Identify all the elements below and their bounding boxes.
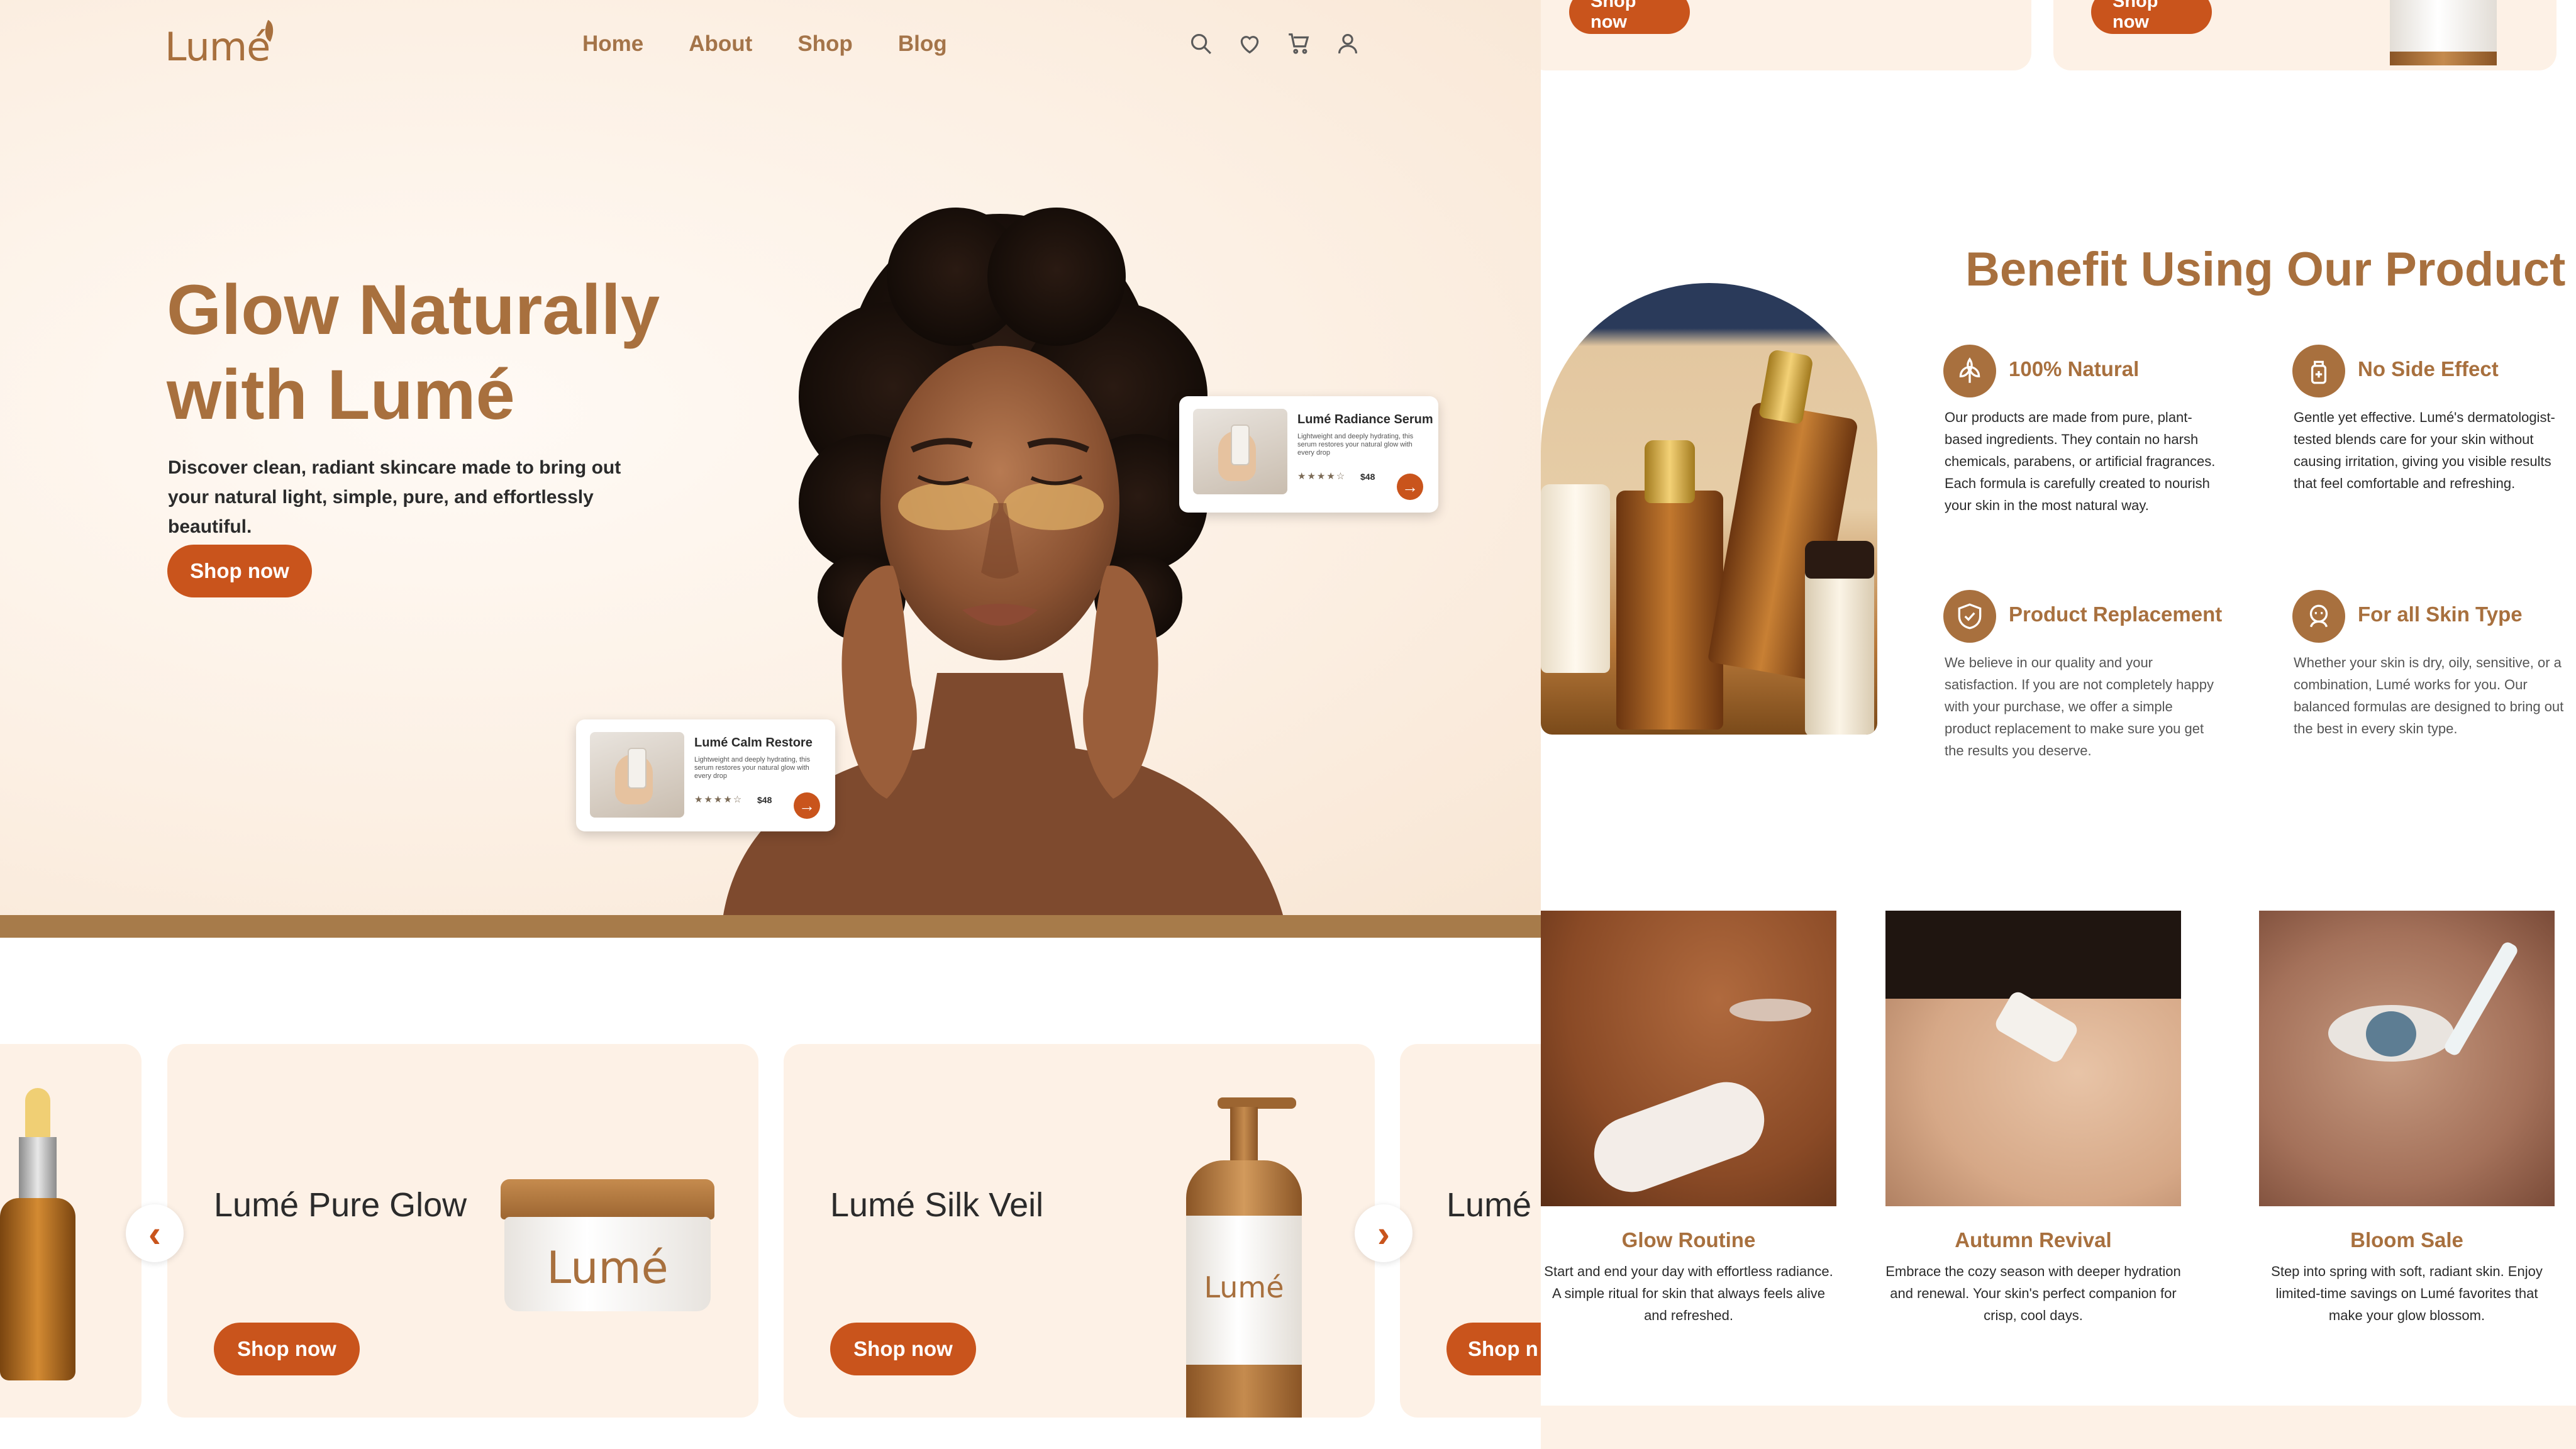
rating-stars: ★★★★☆ bbox=[694, 794, 743, 805]
hero-divider-band bbox=[0, 915, 1541, 938]
product-card-silk-veil[interactable]: Lumé Silk Veil Lumé Shop now bbox=[784, 1044, 1375, 1418]
promo-image bbox=[2259, 911, 2555, 1206]
product-card-partial-left[interactable] bbox=[0, 1044, 142, 1418]
benefit-title: No Side Effect bbox=[2358, 357, 2499, 380]
promo-text: Step into spring with soft, radiant skin… bbox=[2271, 1263, 2543, 1323]
nav-shop-link[interactable]: Shop bbox=[797, 31, 852, 57]
hero-shop-now-button[interactable]: Shop now bbox=[167, 545, 312, 597]
hero-title: Glow Naturally with Lumé bbox=[167, 270, 660, 434]
hero-section: Lumé Home About Shop Blog Glow Naturally… bbox=[0, 0, 1541, 915]
product-card-partial-right[interactable]: Lumé Shop n bbox=[1400, 1044, 1541, 1418]
promo-title: Glow Routine bbox=[1621, 1228, 1756, 1252]
benefit-text: Whether your skin is dry, oily, sensitiv… bbox=[2294, 655, 2564, 736]
landing-right-panel: Shop now Shop now Benefit Using Our Prod… bbox=[1541, 0, 2576, 1449]
shop-now-button[interactable]: Shop now bbox=[1569, 0, 1690, 34]
search-icon[interactable] bbox=[1189, 31, 1213, 55]
bottle-image bbox=[2390, 0, 2497, 70]
hero-description: Discover clean, radiant skincare made to… bbox=[168, 457, 621, 537]
dropper-bottle-image bbox=[0, 1088, 88, 1390]
leaf-icon bbox=[1943, 345, 1996, 397]
benefits-title: Benefit Using Our Product bbox=[1965, 243, 2566, 296]
product-card-radiance-serum[interactable]: Lumé Radiance Serum Lightweight and deep… bbox=[1179, 396, 1438, 513]
nav-blog-link[interactable]: Blog bbox=[898, 31, 947, 57]
arrow-right-icon[interactable]: → bbox=[1397, 474, 1423, 500]
product-thumbnail bbox=[1193, 409, 1287, 494]
benefit-title: For all Skin Type bbox=[2358, 602, 2523, 626]
benefit-text: Our products are made from pure, plant-b… bbox=[1945, 409, 2216, 513]
next-section-strip bbox=[1541, 1406, 2576, 1449]
shop-now-button[interactable]: Shop now bbox=[214, 1323, 360, 1375]
landing-left-panel: Lumé Home About Shop Blog Glow Naturally… bbox=[0, 0, 1541, 1449]
product-card-description: Lightweight and deeply hydrating, this s… bbox=[1297, 433, 1414, 457]
user-icon[interactable] bbox=[1336, 31, 1360, 55]
promo-image bbox=[1541, 911, 1836, 1206]
promo-text: Embrace the cozy season with deeper hydr… bbox=[1885, 1263, 2181, 1323]
shop-now-button[interactable]: Shop now bbox=[2091, 0, 2212, 34]
shield-icon bbox=[1943, 590, 1996, 643]
product-name: Lumé Pure Glow bbox=[214, 1186, 467, 1224]
promo-title: Autumn Revival bbox=[1955, 1228, 2112, 1252]
top-product-strip: Shop now Shop now bbox=[1541, 0, 2576, 70]
shop-now-button[interactable]: Shop now bbox=[830, 1323, 976, 1375]
heart-icon[interactable] bbox=[1238, 31, 1262, 55]
carousel-next-button[interactable]: › bbox=[1355, 1204, 1413, 1262]
product-name: Lumé bbox=[1446, 1186, 1532, 1224]
pump-bottle-image: Lumé bbox=[1174, 1097, 1312, 1418]
benefit-title: 100% Natural bbox=[2009, 357, 2140, 380]
product-name: Lumé Silk Veil bbox=[830, 1186, 1044, 1224]
promo-text: Start and end your day with effortless r… bbox=[1544, 1263, 1833, 1323]
shop-now-button[interactable]: Shop n bbox=[1446, 1323, 1541, 1375]
rating-stars: ★★★★☆ bbox=[1297, 471, 1346, 482]
benefit-text: We believe in our quality and your satis… bbox=[1945, 655, 2214, 758]
promo-image bbox=[1885, 911, 2181, 1206]
benefit-title: Product Replacement bbox=[2009, 602, 2223, 626]
benefit-text: Gentle yet effective. Lumé's dermatologi… bbox=[2294, 409, 2555, 491]
cream-jar-image: Lumé bbox=[501, 1179, 714, 1318]
product-card-pure-glow[interactable]: Lumé Pure Glow Lumé Shop now bbox=[167, 1044, 758, 1418]
product-card-name: Lumé Radiance Serum bbox=[1297, 413, 1433, 426]
arrow-right-icon[interactable]: → bbox=[794, 792, 820, 819]
carousel-prev-button[interactable]: ‹ bbox=[126, 1204, 184, 1262]
product-thumbnail bbox=[590, 732, 684, 818]
product-card-price: $48 bbox=[757, 795, 772, 805]
face-icon bbox=[2292, 590, 2345, 643]
product-card-calm-restore[interactable]: Lumé Calm Restore Lightweight and deeply… bbox=[576, 719, 835, 831]
promo-title: Bloom Sale bbox=[2350, 1228, 2463, 1252]
bottle-icon bbox=[2292, 345, 2345, 397]
main-nav: Home About Shop Blog bbox=[582, 31, 947, 57]
cart-icon[interactable] bbox=[1287, 31, 1311, 55]
nav-about-link[interactable]: About bbox=[689, 31, 752, 57]
benefits-product-photo bbox=[1541, 283, 1877, 735]
product-card-name: Lumé Calm Restore bbox=[694, 736, 813, 750]
product-card-price: $48 bbox=[1360, 472, 1375, 482]
nav-home-link[interactable]: Home bbox=[582, 31, 643, 57]
header-actions bbox=[1189, 31, 1360, 55]
brand-logo[interactable]: Lumé bbox=[165, 19, 279, 70]
product-card-description: Lightweight and deeply hydrating, this s… bbox=[694, 756, 811, 780]
